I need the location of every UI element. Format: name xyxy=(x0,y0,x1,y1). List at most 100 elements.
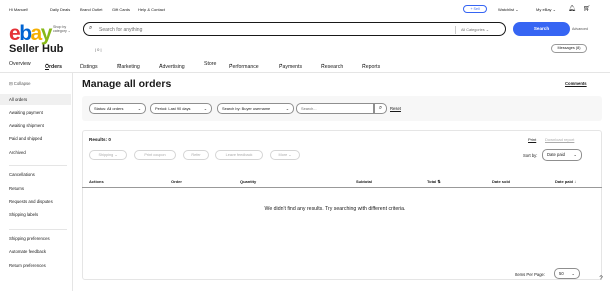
collapse-label: Collapse xyxy=(13,81,31,86)
comments-link[interactable]: Comments xyxy=(565,81,587,86)
top-bar: Hi Manuel! Daily Deals Brand Outlet Gift… xyxy=(0,0,610,18)
category-label: All Categories xyxy=(461,28,485,32)
search-by-dropdown[interactable]: Search by: Buyer username ⌄ xyxy=(217,103,294,114)
nav-divider xyxy=(0,72,610,73)
status-label: Status: All orders xyxy=(94,106,124,111)
sidebar-item-automate-feedback[interactable]: Automate feedback xyxy=(9,249,46,254)
tab-listings-label: Listings xyxy=(80,64,98,70)
tab-reports-label: Reports xyxy=(362,64,381,70)
tab-listings[interactable]: Listings ⌄ xyxy=(80,61,98,70)
sell-label: Sell xyxy=(473,7,480,11)
tab-advertising-label: Advertising xyxy=(159,64,185,70)
print-link[interactable]: Print xyxy=(528,137,536,142)
search-icon[interactable]: ⌕ xyxy=(374,103,387,114)
sidebar-item-returns[interactable]: Returns xyxy=(9,186,24,191)
search-by-label: Search by: Buyer username xyxy=(222,106,271,111)
sidebar-item-return-preferences[interactable]: Return preferences xyxy=(9,263,46,268)
watchlist-link[interactable]: Watchlist ⌄ xyxy=(498,7,519,12)
search-button[interactable]: Search xyxy=(513,22,570,36)
column-date-paid-label: Date paid xyxy=(555,179,574,184)
tab-reports[interactable]: Reports ⌄ xyxy=(362,61,380,70)
sidebar-item-shipping-labels[interactable]: Shipping labels xyxy=(9,212,38,217)
shop-by-label: Shop by category xyxy=(53,25,67,33)
search-bar[interactable]: ⌕ Search for anything All Categories ⌄ xyxy=(83,22,506,36)
logo-letter-a: a xyxy=(30,22,43,45)
search-icon: ⌕ xyxy=(89,25,93,31)
sidebar-divider xyxy=(9,229,67,230)
sidebar-item-awaiting-payment[interactable]: Awaiting payment xyxy=(9,110,43,115)
tab-orders[interactable]: Orders ⌄ xyxy=(45,61,62,70)
items-per-page-label: Items Per Page: xyxy=(515,272,546,277)
column-total[interactable]: Total ⇅ xyxy=(427,179,441,184)
column-date-paid[interactable]: Date paid ↓ xyxy=(555,179,576,184)
column-order: Order xyxy=(171,179,182,184)
store-indicator-icon: | 0 | xyxy=(95,47,102,52)
table-header-divider xyxy=(82,187,602,188)
period-dropdown[interactable]: Period: Last 90 days ⌄ xyxy=(150,103,212,114)
brand-outlet-link[interactable]: Brand Outlet xyxy=(80,7,102,12)
collapse-button[interactable]: ⊟ Collapse xyxy=(9,81,31,87)
shipping-label: Shipping xyxy=(98,153,114,157)
messages-button[interactable]: Messages (8) xyxy=(551,44,587,53)
gift-cards-link[interactable]: Gift Cards xyxy=(112,7,130,12)
tab-research-label: Research xyxy=(321,64,344,70)
tab-payments[interactable]: Payments ⌄ xyxy=(279,61,302,70)
sidebar-item-requests-disputes[interactable]: Requests and disputes xyxy=(9,199,53,204)
items-per-page-value: 50 xyxy=(559,271,564,276)
tab-research[interactable]: Research ⌄ xyxy=(321,61,343,70)
column-date-sold: Date sold xyxy=(492,179,511,184)
leave-feedback-button[interactable]: Leave feedback xyxy=(215,150,263,160)
reset-link[interactable]: Reset xyxy=(390,106,401,111)
print-coupon-button[interactable]: Print coupon xyxy=(134,150,176,160)
tab-marketing-label: Marketing xyxy=(117,64,140,70)
chevron-down-icon: ⌄ xyxy=(203,106,207,111)
empty-state-message: We didn't find any results. Try searchin… xyxy=(264,206,406,212)
items-per-page-dropdown[interactable]: 50 ⌄ xyxy=(554,268,580,279)
status-dropdown[interactable]: Status: All orders ⌄ xyxy=(89,103,146,114)
sidebar-item-awaiting-shipment[interactable]: Awaiting shipment xyxy=(9,123,44,128)
chevron-down-icon: ⌄ xyxy=(573,152,577,157)
sort-down-icon: ↓ xyxy=(574,179,577,184)
results-count: Results: 0 xyxy=(89,137,111,142)
order-search-input[interactable]: Search... xyxy=(296,103,374,114)
sidebar-item-archived[interactable]: Archived xyxy=(9,150,26,155)
main-nav: Overview Orders ⌄ Listings ⌄ Marketing ⌄… xyxy=(0,58,610,70)
bell-icon[interactable]: 🔔︎ xyxy=(568,5,576,12)
shipping-button[interactable]: Shipping ⌄ xyxy=(89,150,127,160)
daily-deals-link[interactable]: Daily Deals xyxy=(50,7,70,12)
refer-button[interactable]: Refer xyxy=(183,150,209,160)
help-contact-link[interactable]: Help & Contact xyxy=(138,7,165,12)
tab-marketing[interactable]: Marketing ⌄ xyxy=(117,61,140,70)
main-heading: Manage all orders xyxy=(82,78,172,90)
advanced-search-link[interactable]: Advanced xyxy=(572,27,588,31)
tab-performance[interactable]: Performance ⌄ xyxy=(229,61,259,70)
sidebar-item-cancellations[interactable]: Cancellations xyxy=(9,172,35,177)
logo-letter-b: b xyxy=(19,22,32,45)
chevron-down-icon: ⌄ xyxy=(571,271,575,276)
sidebar-item-paid-and-shipped[interactable]: Paid and shipped xyxy=(9,136,42,141)
search-input[interactable]: Search for anything xyxy=(99,27,142,33)
tab-advertising[interactable]: Advertising ⌄ xyxy=(159,61,185,70)
tab-performance-label: Performance xyxy=(229,64,259,70)
help-icon[interactable]: ? xyxy=(596,274,606,284)
sell-button[interactable]: + Sell xyxy=(463,5,487,13)
sidebar-divider xyxy=(9,165,67,166)
tab-overview[interactable]: Overview xyxy=(9,61,31,67)
tab-orders-label: Orders xyxy=(45,64,63,70)
tab-store[interactable]: Store xyxy=(204,61,216,67)
page-title: Seller Hub xyxy=(9,43,64,55)
chevron-down-icon: ⌄ xyxy=(285,106,289,111)
sidebar-item-shipping-preferences[interactable]: Shipping preferences xyxy=(9,236,50,241)
my-ebay-link[interactable]: My eBay ⌄ xyxy=(536,7,556,12)
more-button[interactable]: More ⌄ xyxy=(270,150,300,160)
sort-dropdown[interactable]: Date paid ⌄ xyxy=(542,149,582,161)
logo-letter-y: y xyxy=(40,22,53,45)
sidebar-item-all-orders[interactable]: All orders xyxy=(0,94,71,105)
shop-by-category[interactable]: Shop by category ⌄ xyxy=(53,25,75,33)
period-label: Period: Last 90 days xyxy=(155,106,191,111)
greeting[interactable]: Hi Manuel! xyxy=(9,7,28,12)
download-report-link[interactable]: Download report xyxy=(545,137,574,142)
cart-icon[interactable]: 🛒︎ xyxy=(583,5,591,12)
tab-payments-label: Payments xyxy=(279,64,303,70)
category-select[interactable]: All Categories ⌄ xyxy=(461,27,489,32)
